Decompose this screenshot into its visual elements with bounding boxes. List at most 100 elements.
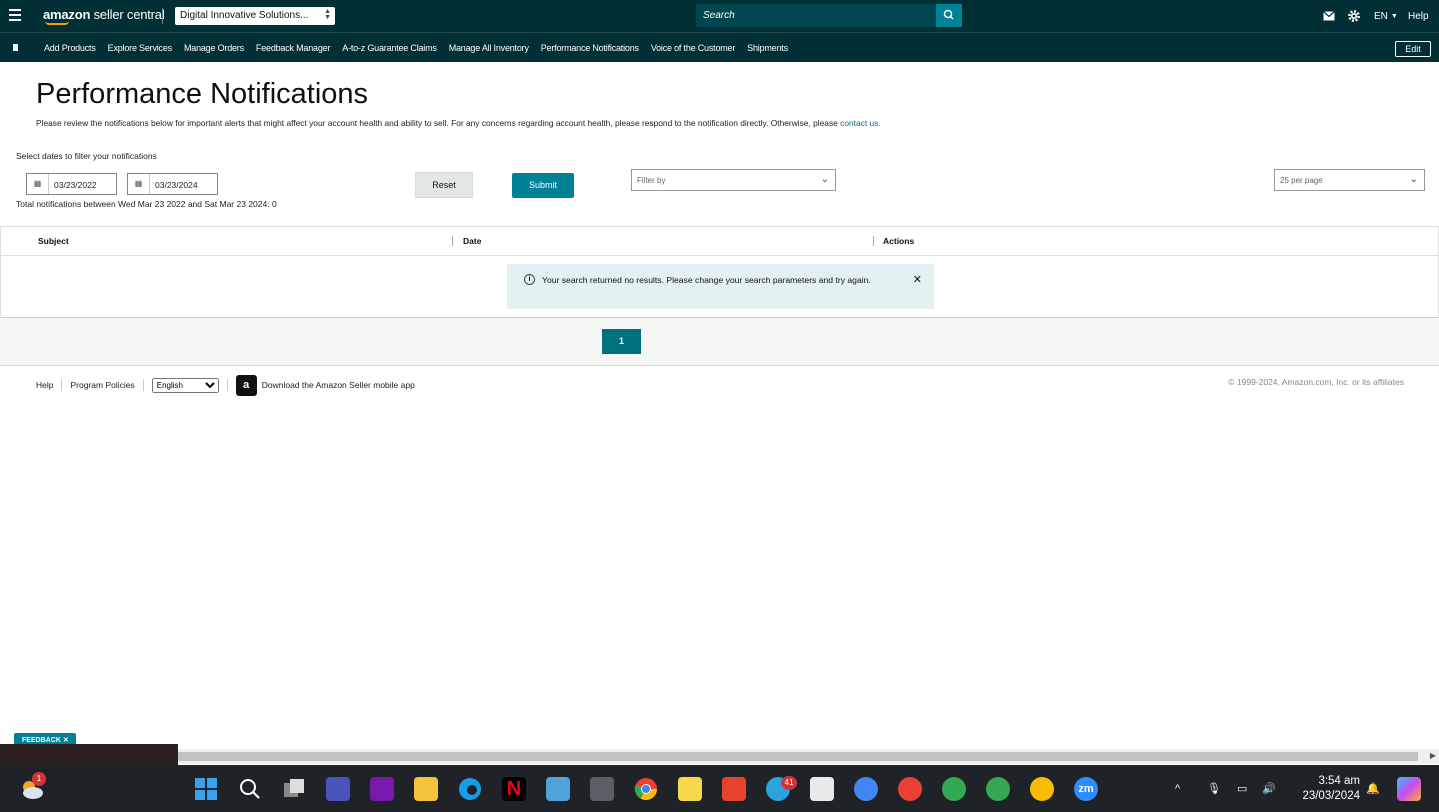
copyright-text: © 1999-2024, Amazon.com, Inc. or its aff… <box>1228 377 1404 387</box>
per-page-value: 25 per page <box>1280 176 1323 185</box>
onenote-icon[interactable] <box>370 777 394 801</box>
clock-time: 3:54 am <box>1318 775 1360 787</box>
notifications-table: Subject Date Actions i Your search retur… <box>0 226 1439 318</box>
chrome-profile-icon[interactable] <box>942 777 966 801</box>
nav-manage-inventory[interactable]: Manage All Inventory <box>449 43 529 53</box>
window-strip <box>0 744 178 765</box>
ringcentral-icon[interactable] <box>722 777 746 801</box>
description-text: Please review the notifications below fo… <box>36 118 841 128</box>
zoom-icon[interactable]: zm <box>1074 777 1098 801</box>
chrome-profile-icon[interactable] <box>986 777 1010 801</box>
updown-arrows-icon: ▲ ▼ <box>324 8 331 21</box>
page-1-button[interactable]: 1 <box>602 329 641 354</box>
notifications-icon[interactable]: 🔔 <box>1366 765 1380 812</box>
nav-shipments[interactable]: Shipments <box>747 43 788 53</box>
search-input[interactable]: Search <box>696 4 937 27</box>
column-actions: Actions <box>883 236 915 246</box>
microphone-icon[interactable]: 🎙 <box>1207 765 1221 812</box>
nav-voice-of-customer[interactable]: Voice of the Customer <box>651 43 736 53</box>
horizontal-scrollbar[interactable]: ▶ <box>178 749 1439 764</box>
system-clock[interactable]: 3:54 am 23/03/2024 <box>1290 774 1360 804</box>
footer-divider <box>61 379 63 391</box>
settings-gear-icon[interactable] <box>1348 0 1360 32</box>
page-description: Please review the notifications below fo… <box>36 118 881 128</box>
nav-performance-notifications[interactable]: Performance Notifications <box>541 43 639 53</box>
account-name: Digital Innovative Solutions... <box>180 10 309 21</box>
nav-atoz-claims[interactable]: A-to-z Guarantee Claims <box>342 43 437 53</box>
footer: Help Program Policies English a Download… <box>36 374 415 396</box>
start-date-value: 03/23/2022 <box>54 180 97 190</box>
amazon-smile-icon <box>45 21 69 25</box>
table-header: Subject Date Actions <box>1 227 1438 256</box>
start-date-input[interactable]: ▦ 03/23/2022 <box>26 173 117 195</box>
telegram-badge: 41 <box>781 776 797 790</box>
column-date[interactable]: Date <box>463 236 481 246</box>
end-date-value: 03/23/2024 <box>155 180 198 190</box>
chrome-icon[interactable] <box>634 777 658 801</box>
top-header: amazon seller central Digital Innovative… <box>0 0 1439 32</box>
search-icon <box>943 9 954 20</box>
date-filter-label: Select dates to filter your notification… <box>16 151 157 161</box>
mail-icon[interactable] <box>1323 0 1335 32</box>
help-link[interactable]: Help <box>1408 0 1429 32</box>
filter-placeholder: Filter by <box>637 176 666 185</box>
snipping-tool-icon[interactable] <box>810 777 834 801</box>
scroll-right-arrow-icon[interactable]: ▶ <box>1430 751 1436 760</box>
filter-dropdown[interactable]: Filter by ⌄ <box>631 169 836 191</box>
footer-help-link[interactable]: Help <box>36 380 53 390</box>
clock-date: 23/03/2024 <box>1302 790 1360 802</box>
netflix-icon[interactable]: N <box>502 777 526 801</box>
program-policies-link[interactable]: Program Policies <box>70 380 134 390</box>
chrome-profile-icon[interactable] <box>1030 777 1054 801</box>
calendar-icon: ▦ <box>128 174 150 194</box>
nav-add-products[interactable]: Add Products <box>44 43 96 53</box>
close-icon[interactable]: ✕ <box>913 273 922 286</box>
nav-manage-orders[interactable]: Manage Orders <box>184 43 244 53</box>
weather-badge: 1 <box>32 772 46 786</box>
scrollbar-thumb[interactable] <box>178 752 1418 761</box>
network-icon[interactable]: ▭ <box>1237 765 1247 812</box>
header-divider <box>162 8 163 24</box>
teams-icon[interactable] <box>326 777 350 801</box>
volume-icon[interactable]: 🔊 <box>1262 765 1276 812</box>
edit-nav-button[interactable]: Edit <box>1395 41 1431 57</box>
reset-button[interactable]: Reset <box>415 172 473 198</box>
chrome-profile-icon[interactable] <box>854 777 878 801</box>
search-button[interactable] <box>936 4 962 27</box>
chevron-down-icon: ⌄ <box>1409 174 1418 185</box>
contact-us-link[interactable]: contact us. <box>840 118 881 128</box>
total-notifications-text: Total notifications between Wed Mar 23 2… <box>16 199 277 209</box>
chrome-profile-icon[interactable] <box>898 777 922 801</box>
language-selector[interactable]: EN ▼ <box>1374 0 1398 32</box>
nav-explore-services[interactable]: Explore Services <box>108 43 173 53</box>
edge-icon[interactable] <box>458 777 482 801</box>
per-page-dropdown[interactable]: 25 per page ⌄ <box>1274 169 1425 191</box>
task-view-icon[interactable] <box>282 777 306 801</box>
search-icon[interactable] <box>238 777 262 801</box>
footer-divider <box>226 379 228 391</box>
page-title: Performance Notifications <box>36 78 369 110</box>
file-explorer-icon[interactable] <box>414 777 438 801</box>
calculator-icon[interactable] <box>590 777 614 801</box>
calendar-icon: ▦ <box>27 174 49 194</box>
column-divider <box>452 236 453 246</box>
account-switcher[interactable]: Digital Innovative Solutions... ▲ ▼ <box>175 7 335 25</box>
caret-down-icon: ▼ <box>1390 12 1398 20</box>
submit-button[interactable]: Submit <box>512 173 574 198</box>
notepad-icon[interactable] <box>546 777 570 801</box>
show-hidden-icons[interactable]: ^ <box>1175 765 1180 812</box>
alert-message: Your search returned no results. Please … <box>542 275 871 285</box>
footer-language-select[interactable]: English <box>151 377 219 393</box>
windows-start-icon[interactable] <box>194 777 218 801</box>
copilot-icon[interactable] <box>1397 777 1421 801</box>
column-subject[interactable]: Subject <box>38 236 69 246</box>
bookmark-icon[interactable] <box>13 44 18 51</box>
end-date-input[interactable]: ▦ 03/23/2024 <box>127 173 218 195</box>
nav-feedback-manager[interactable]: Feedback Manager <box>256 43 331 53</box>
download-app-link[interactable]: Download the Amazon Seller mobile app <box>262 380 415 390</box>
language-label: EN <box>1374 10 1388 22</box>
amazon-seller-central-logo[interactable]: amazon seller central <box>43 7 165 22</box>
hamburger-menu-icon[interactable] <box>9 9 21 21</box>
sticky-notes-icon[interactable] <box>678 777 702 801</box>
amazon-app-icon[interactable]: a <box>235 374 257 396</box>
